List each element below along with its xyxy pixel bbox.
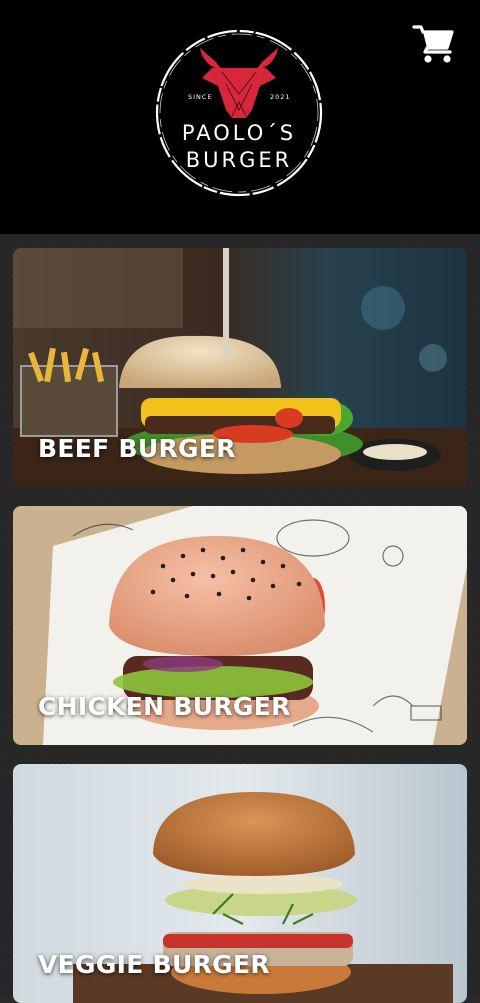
category-card-beef[interactable]: BEEF BURGER <box>13 248 467 487</box>
shopping-cart-icon <box>412 25 454 63</box>
category-list: BEEF BURGER CHICKEN BURGER VEGGIE BURGER <box>0 234 480 1003</box>
bull-head-icon <box>200 48 278 118</box>
category-card-chicken[interactable]: CHICKEN BURGER <box>13 506 467 745</box>
logo-since-label: SINCE <box>188 93 213 101</box>
logo-year-label: 2021 <box>270 93 291 101</box>
brand-logo[interactable]: SINCE 2021 PAOLO´S BURGER <box>150 24 328 202</box>
category-title: VEGGIE BURGER <box>38 950 270 979</box>
app-header: SINCE 2021 PAOLO´S BURGER <box>0 0 480 234</box>
category-card-veggie[interactable]: VEGGIE BURGER <box>13 764 467 1003</box>
cart-button[interactable] <box>412 22 458 66</box>
logo-name-line2: BURGER <box>185 148 293 172</box>
logo-name-line1: PAOLO´S <box>181 121 297 145</box>
category-title: BEEF BURGER <box>38 434 236 463</box>
category-title: CHICKEN BURGER <box>38 692 291 721</box>
logo-ring-icon <box>155 29 323 197</box>
